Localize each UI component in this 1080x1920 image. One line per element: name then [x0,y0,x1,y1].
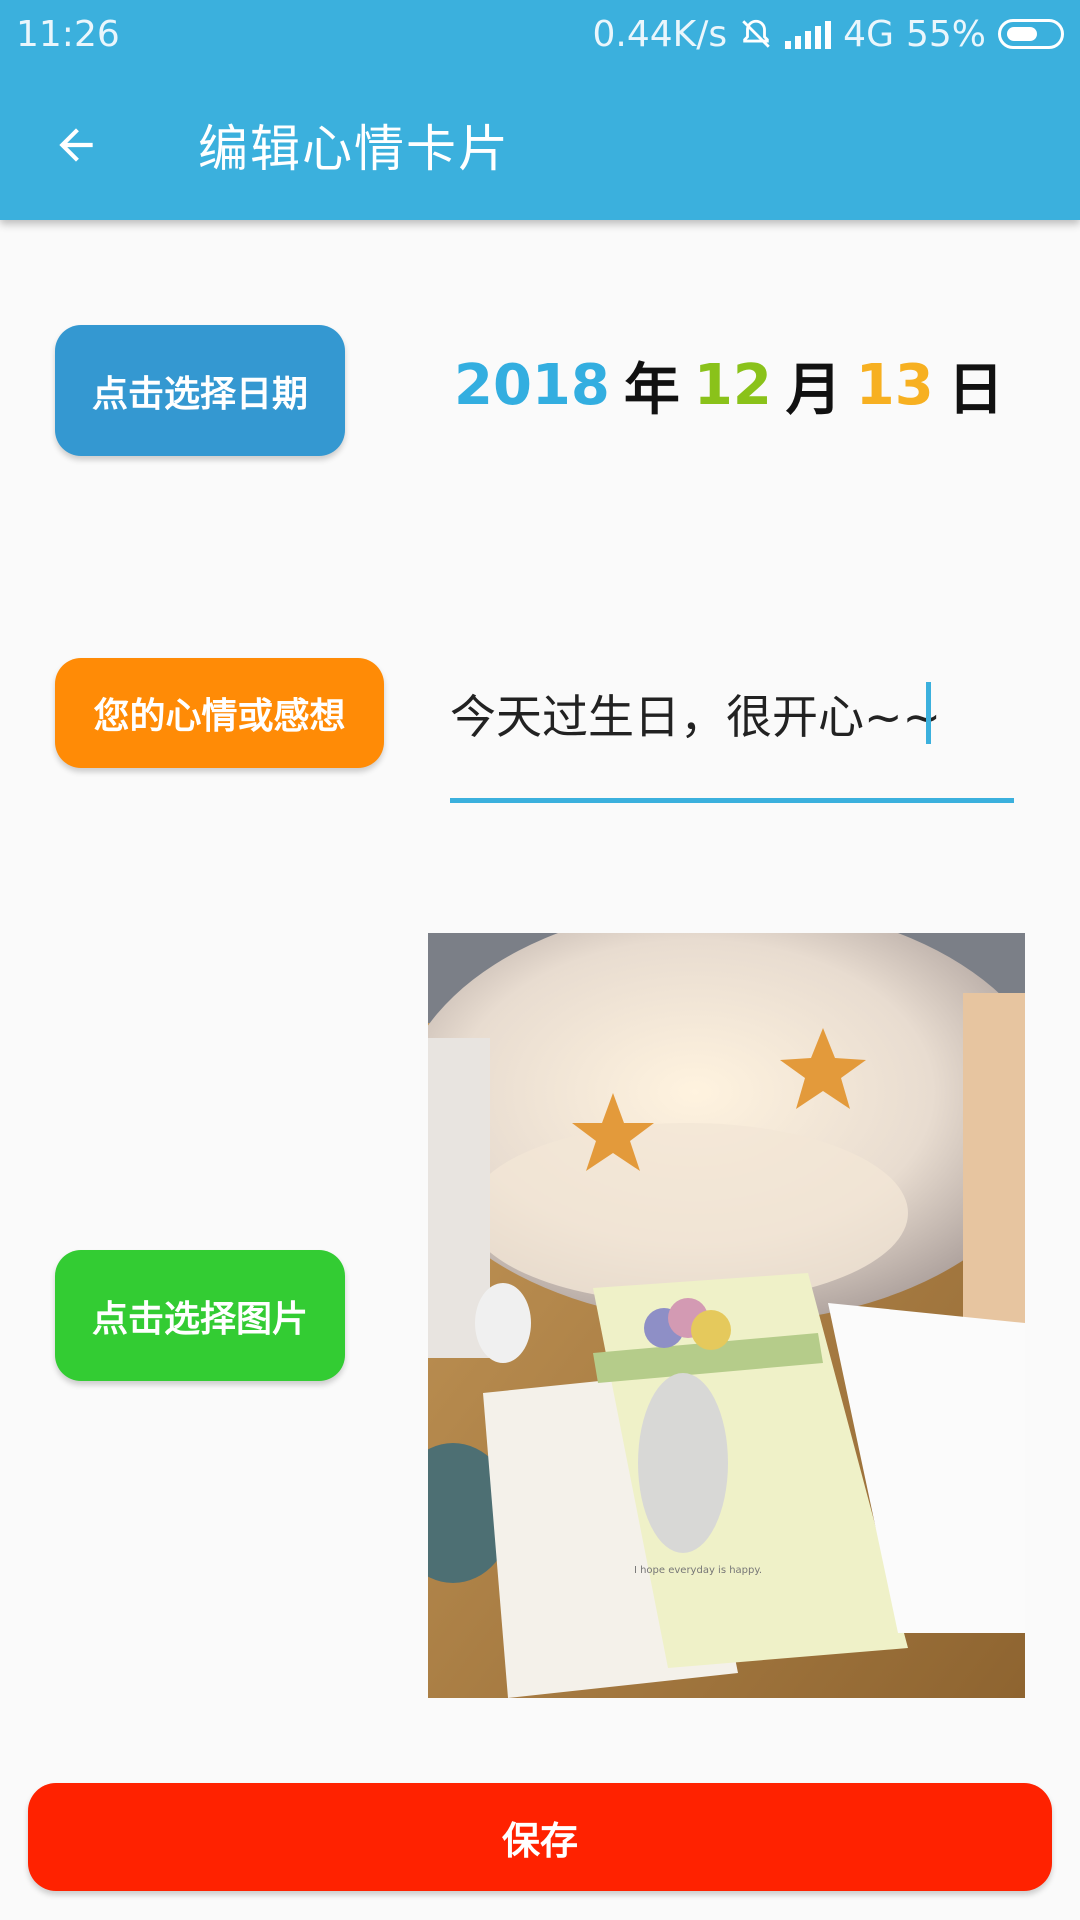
date-year: 2018 [454,352,610,418]
mood-input-underline [450,798,1014,803]
select-picture-button[interactable]: 点击选择图片 [55,1250,345,1381]
status-icons: 0.44K/s 4G 55% [593,14,1064,55]
text-cursor [926,682,931,744]
status-time: 11:26 [16,13,120,55]
battery-percent: 55% [905,13,986,55]
date-year-unit: 年 [623,357,680,423]
date-display: 2018 年 12 月 13 日 [454,350,1004,423]
selected-photo[interactable]: I hope everyday is happy. [428,933,1025,1698]
date-month: 12 [693,352,772,418]
date-day-unit: 日 [947,357,1004,423]
save-button[interactable]: 保存 [28,1783,1052,1891]
page-title: 编辑心情卡片 [198,120,510,178]
photo-card-text: I hope everyday is happy. [634,1565,762,1576]
toolbar: 编辑心情卡片 [0,90,1080,200]
net-speed: 0.44K/s [592,13,728,55]
photo-image: I hope everyday is happy. [428,933,1025,1698]
battery-icon [998,19,1064,49]
mood-input-wrapper [450,670,1014,805]
date-month-unit: 月 [785,357,842,423]
status-bar: 11:26 0.44K/s 4G 55% [0,0,1080,68]
back-button[interactable] [16,90,136,200]
app-bar: 11:26 0.44K/s 4G 55% 编辑心情卡片 [0,0,1080,220]
bell-off-icon [742,19,770,48]
date-day: 13 [855,352,934,418]
arrow-left-icon [59,128,93,162]
network-type: 4G [843,13,894,55]
signal-icon [785,19,832,49]
mood-label-button[interactable]: 您的心情或感想 [55,658,384,768]
select-date-button[interactable]: 点击选择日期 [55,325,345,456]
